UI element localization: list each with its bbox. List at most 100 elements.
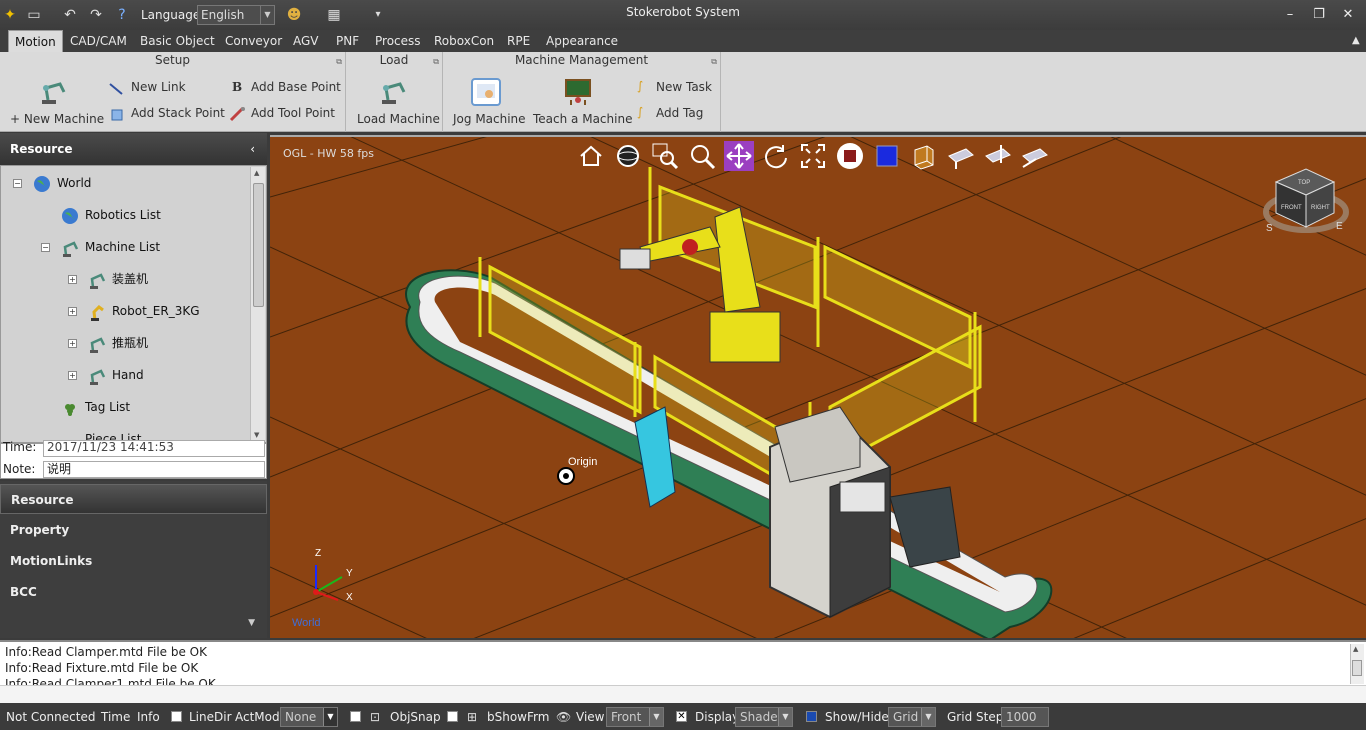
new-machine-button[interactable]: + New Machine [10,112,104,126]
collapse-panel-icon[interactable]: ‹ [250,133,255,165]
undo-icon[interactable]: ↶ [62,7,78,23]
new-document-icon[interactable]: ▭ [26,7,42,23]
language-select[interactable]: English ▼ [197,5,275,25]
display-select[interactable]: Shade ▼ [735,707,793,727]
orbit-icon[interactable] [613,141,643,171]
tree-node-machine-1[interactable]: 装盖机 [88,269,148,289]
tab-rpe[interactable]: RPE [501,30,536,52]
view-select[interactable]: Front ▼ [606,707,664,727]
tree-node-robotics-list[interactable]: Robotics List [61,205,161,225]
showhide-checkbox[interactable] [806,711,817,722]
showhide-select[interactable]: Grid ▼ [888,707,936,727]
redo-icon[interactable]: ↷ [88,7,104,23]
home-view-icon[interactable] [576,141,606,171]
expand-icon[interactable]: + [68,339,77,348]
dialog-launcher-icon[interactable]: ⧉ [433,57,439,67]
add-tag-button[interactable]: Add Tag [656,106,703,120]
tab-basic-object[interactable]: Basic Object [134,30,221,52]
showfrm-checkbox[interactable] [447,711,458,722]
log-scrollbar[interactable]: ▲ [1350,644,1364,684]
tree-node-robot-er-3kg[interactable]: Robot_ER_3KG [88,301,200,321]
expand-icon[interactable]: + [68,275,77,284]
shaded-view-icon[interactable] [872,141,902,171]
tree-scrollbar[interactable]: ▲ ▼ [250,167,265,441]
app-window: ✦ ▭ ↶ ↷ ? Language English ▼ ☻ ▦ ▾ Stoke… [0,0,1366,730]
stack-point-icon [111,109,123,121]
tab-agv[interactable]: AGV [287,30,325,52]
tree-node-world[interactable]: World [33,173,91,193]
view-plane-2-icon[interactable] [983,141,1013,171]
chevron-down-icon[interactable]: ▼ [778,708,792,726]
add-tool-point-button[interactable]: Add Tool Point [251,106,335,120]
note-field[interactable]: 说明 [43,461,265,478]
add-base-point-button[interactable]: Add Base Point [251,80,341,94]
chevron-down-icon[interactable]: ▼ [649,708,663,726]
ribbon-collapse-icon[interactable]: ▲ [1346,30,1366,52]
expand-icon[interactable]: + [68,307,77,316]
scroll-up-icon[interactable]: ▲ [254,169,259,177]
pan-icon[interactable] [724,141,754,171]
gridstep-input[interactable]: 1000 [1001,707,1049,727]
chevron-down-icon[interactable]: ▼ [260,6,274,24]
quick-access-menu-icon[interactable]: ▾ [370,7,386,23]
layout-icon[interactable]: ▦ [326,7,342,23]
tree-node-machine-2[interactable]: 推瓶机 [88,333,148,353]
fit-all-icon[interactable] [798,141,828,171]
tree-node-hand[interactable]: Hand [88,365,144,385]
view-plane-1-icon[interactable] [946,141,976,171]
close-button[interactable]: ✕ [1338,6,1358,24]
load-robot-icon [382,82,406,104]
accordion-motionlinks[interactable]: MotionLinks [0,546,267,576]
teach-machine-button[interactable]: Teach a Machine [533,112,632,126]
box-view-icon[interactable] [909,141,939,171]
expand-icon[interactable]: + [68,371,77,380]
tab-roboxcon[interactable]: RoboxCon [428,30,500,52]
scroll-up-icon[interactable]: ▲ [1353,645,1358,653]
actmod-select[interactable]: None ▼ [280,707,338,727]
help-icon[interactable]: ? [114,7,130,23]
accordion-property[interactable]: Property [0,515,267,545]
3d-viewport[interactable]: Origin Z Y X World TOP FRONT RIGHT S E O… [270,135,1366,638]
snap-checkbox[interactable] [350,711,361,722]
time-field[interactable]: 2017/11/23 14:41:53 [43,440,265,457]
chevron-down-icon[interactable]: ▼ [921,708,935,726]
dialog-launcher-icon[interactable]: ⧉ [336,57,342,67]
rotate-icon[interactable] [761,141,791,171]
tab-appearance[interactable]: Appearance [540,30,624,52]
user-icon[interactable]: ☻ [286,7,302,23]
tab-cad-cam[interactable]: CAD/CAM [64,30,133,52]
new-task-button[interactable]: New Task [656,80,712,94]
collapse-icon[interactable]: − [13,179,22,188]
accordion-bcc[interactable]: BCC [0,577,267,607]
chevron-down-icon[interactable]: ▼ [248,618,255,628]
scroll-down-icon[interactable]: ▼ [254,431,259,439]
tab-process[interactable]: Process [369,30,427,52]
jog-machine-button[interactable]: Jog Machine [453,112,526,126]
view-cube[interactable] [1263,168,1349,233]
zoom-window-icon[interactable] [650,141,680,171]
zoom-icon[interactable] [687,141,717,171]
maximize-button[interactable]: ❐ [1309,6,1329,24]
display-checkbox[interactable]: ✕ [676,711,687,722]
stop-icon[interactable] [835,141,865,171]
tree-node-tag-list[interactable]: Tag List [61,397,130,417]
chevron-down-icon[interactable]: ▼ [323,708,337,726]
collapse-icon[interactable]: − [41,243,50,252]
linedir-checkbox[interactable] [171,711,182,722]
log-hscroll[interactable] [0,685,1366,703]
status-bar: Not Connected Time Info LineDir ActMod N… [0,703,1366,730]
load-machine-button[interactable]: Load Machine [357,112,440,126]
dialog-launcher-icon[interactable]: ⧉ [711,57,717,67]
tab-motion[interactable]: Motion [8,30,63,52]
accordion-resource[interactable]: Resource [0,484,267,514]
tree-node-machine-list[interactable]: Machine List [61,237,160,257]
display-value: Shade [740,710,778,724]
tab-conveyor[interactable]: Conveyor [219,30,288,52]
scrollbar-thumb[interactable] [253,183,264,307]
add-stack-point-button[interactable]: Add Stack Point [131,106,225,120]
scrollbar-thumb[interactable] [1352,660,1362,676]
tab-pnf[interactable]: PNF [330,30,365,52]
view-plane-3-icon[interactable] [1020,141,1050,171]
new-link-button[interactable]: New Link [131,80,186,94]
minimize-button[interactable]: – [1280,6,1300,24]
